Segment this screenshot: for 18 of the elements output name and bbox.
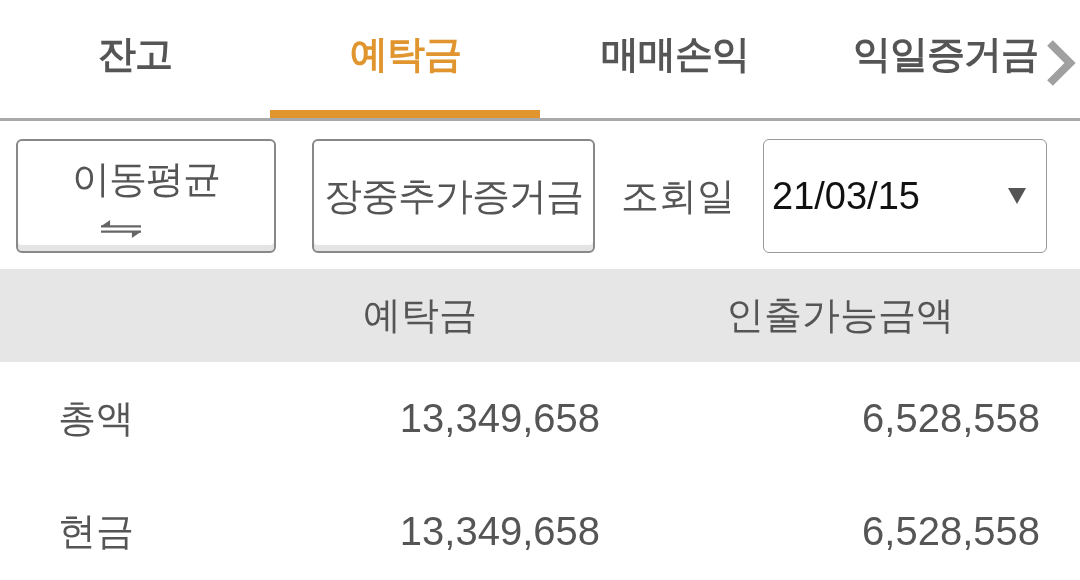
date-dropdown[interactable]: 21/03/15 <box>763 139 1047 253</box>
date-label: 조회일 <box>621 172 735 220</box>
row-label: 총액 <box>57 395 135 442</box>
table-cell-text: 13,349,658 <box>398 396 600 441</box>
tab[interactable]: 매매손익 <box>540 0 810 118</box>
intraday-margin-button[interactable]: 장중추가증거금 <box>312 139 595 253</box>
table-cell-text: 13,349,658 <box>398 509 600 554</box>
tab[interactable]: 익일증거금 <box>810 0 1080 118</box>
row-label: 현금 <box>57 508 135 555</box>
table-cell-text: 6,528,558 <box>861 509 1040 554</box>
chevron-right-icon[interactable] <box>1046 40 1076 86</box>
table-cell-text: 6,528,558 <box>861 396 1040 441</box>
tab[interactable]: 잔고 <box>0 0 270 118</box>
moving-average-button[interactable]: 이동평균 <box>16 139 276 253</box>
column-header: 예탁금 <box>362 292 478 339</box>
column-header: 인출가능금액 <box>725 292 955 339</box>
dropdown-arrow-icon <box>1008 188 1026 204</box>
swap-arrows-icon <box>98 218 144 239</box>
